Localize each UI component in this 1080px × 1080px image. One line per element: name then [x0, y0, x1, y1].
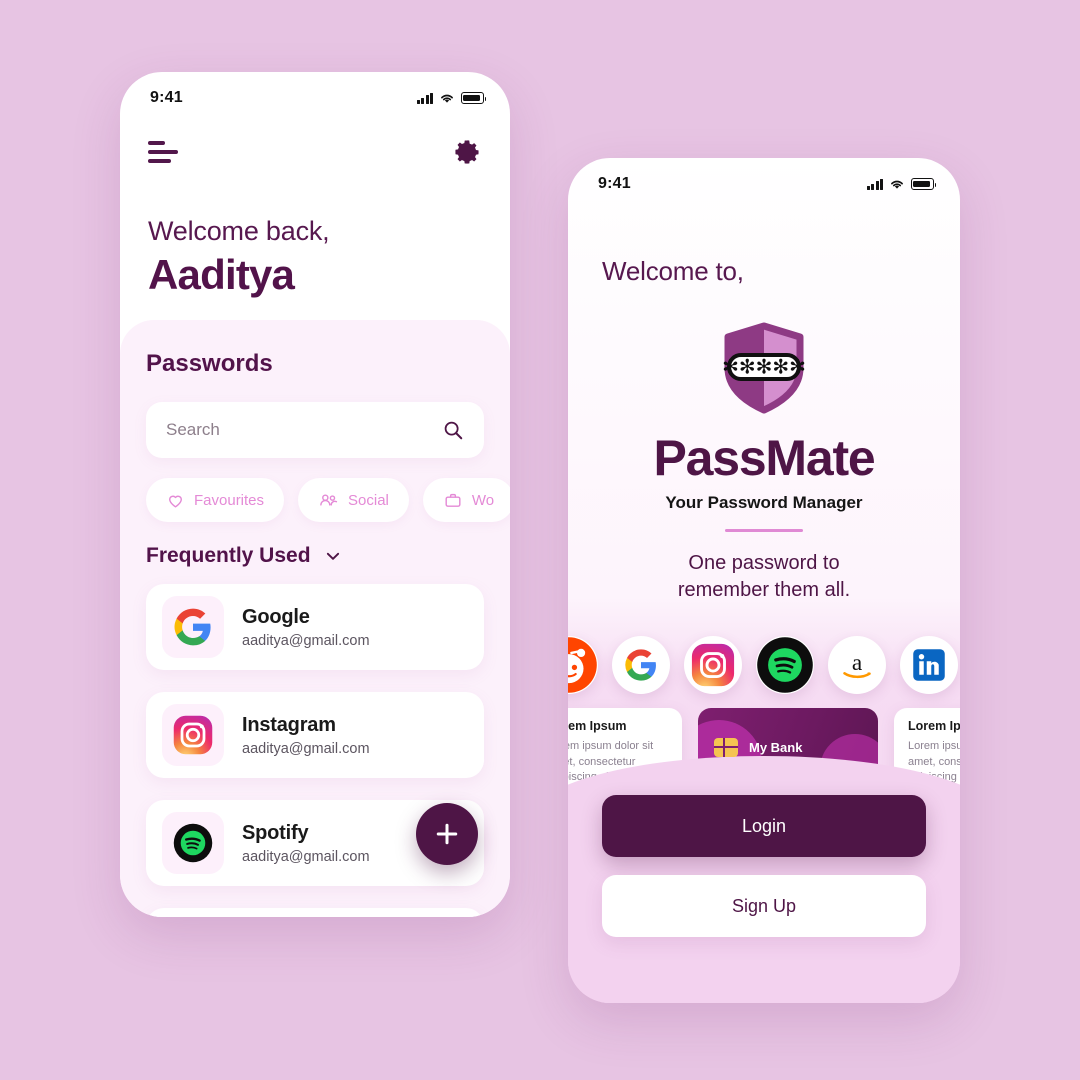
plus-icon [436, 823, 458, 845]
briefcase-icon [445, 493, 461, 507]
panel-title: Passwords [146, 350, 273, 377]
card-chip-icon [714, 737, 738, 757]
search-bar[interactable] [146, 402, 484, 458]
welcome-screen-phone: 9:41 Welcome to, ✻✻✻✻✻ PassMate Your Pas… [568, 158, 960, 1003]
greeting-text: Welcome back, [148, 216, 330, 246]
passwords-panel: Passwords Favourites [120, 320, 510, 917]
instagram-icon [684, 636, 742, 694]
people-icon [320, 493, 338, 506]
entry-logo [162, 596, 224, 658]
shield-password-icon: ✻✻✻✻✻ [722, 322, 806, 414]
entry-logo [162, 812, 224, 874]
entry-name: Instagram [242, 713, 336, 736]
status-bar-icons [866, 178, 937, 190]
brand-subtitle: One password to remember them all. [677, 552, 851, 601]
app-logo: ✻✻✻✻✻ [602, 321, 926, 417]
entry-account: aaditya@gmail.com [242, 848, 370, 865]
filter-chip-label: Favourites [194, 491, 265, 509]
brand-tagline: Your Password Manager [665, 493, 863, 512]
battery-icon [461, 92, 487, 104]
divider [725, 529, 803, 532]
linkedin-icon [900, 636, 958, 694]
reddit-icon [568, 636, 598, 694]
lorem-card-heading: Lorem Ipsum [908, 719, 960, 733]
status-bar-time: 9:41 [598, 175, 631, 192]
section-label: Frequently Used [146, 544, 311, 567]
heart-icon [169, 495, 182, 508]
wifi-icon [891, 180, 903, 189]
filter-chip-work[interactable]: Wo [422, 478, 510, 522]
signal-bars-icon [866, 178, 883, 190]
signal-bars-icon [416, 92, 433, 104]
auth-actions: Login Sign Up [602, 795, 926, 937]
welcome-greeting: Welcome to, [602, 256, 744, 286]
svg-text:a: a [852, 650, 863, 676]
lorem-card-heading: Lorem Ipsum [568, 719, 627, 733]
filter-chip-label: Social [348, 491, 389, 509]
entry-name: Spotify [242, 821, 309, 844]
spotify-icon [173, 823, 213, 863]
amazon-icon: a [828, 636, 886, 694]
login-button[interactable]: Login [602, 795, 926, 857]
list-item[interactable] [146, 908, 484, 917]
logo-asterisks: ✻✻✻✻✻ [722, 355, 806, 379]
home-screen-phone: 9:41 Welcome back, Aaditya Passwords Sea… [120, 72, 510, 917]
google-icon [612, 636, 670, 694]
wifi-icon [441, 94, 453, 103]
status-bar: 9:41 [568, 158, 960, 204]
status-bar-time: 9:41 [150, 89, 183, 106]
chevron-down-icon[interactable] [322, 545, 344, 567]
entry-logo [162, 704, 224, 766]
list-item[interactable]: Instagram aaditya@gmail.com [146, 692, 484, 778]
filter-chip-favourites[interactable]: Favourites [146, 478, 285, 522]
filter-chip-label: Wo [471, 491, 495, 509]
search-input[interactable] [166, 420, 442, 440]
status-bar: 9:41 [120, 72, 510, 118]
add-password-button[interactable] [416, 803, 478, 865]
hamburger-menu-icon[interactable] [148, 141, 182, 163]
frequently-used-header[interactable]: Frequently Used [146, 544, 484, 568]
brand-name: PassMate [653, 430, 875, 486]
brand-icon-row: a [568, 636, 960, 694]
filter-chip-social[interactable]: Social [298, 478, 409, 522]
battery-icon [911, 178, 937, 190]
gear-icon[interactable] [452, 137, 482, 167]
status-bar-icons [416, 92, 487, 104]
list-item[interactable]: Google aaditya@gmail.com [146, 584, 484, 670]
filter-chip-row: Favourites Social Wo [146, 478, 510, 522]
entry-name: Google [242, 605, 310, 628]
search-icon[interactable] [442, 419, 464, 441]
instagram-icon [173, 715, 213, 755]
signup-button[interactable]: Sign Up [602, 875, 926, 937]
spotify-icon [756, 636, 814, 694]
password-list: Google aaditya@gmail.com Instagram aadit… [146, 584, 484, 917]
entry-account: aaditya@gmail.com [242, 632, 370, 649]
user-name: Aaditya [148, 251, 295, 298]
bank-card-label: My Bank [749, 739, 803, 755]
google-icon [174, 608, 211, 646]
entry-account: aaditya@gmail.com [242, 740, 370, 757]
